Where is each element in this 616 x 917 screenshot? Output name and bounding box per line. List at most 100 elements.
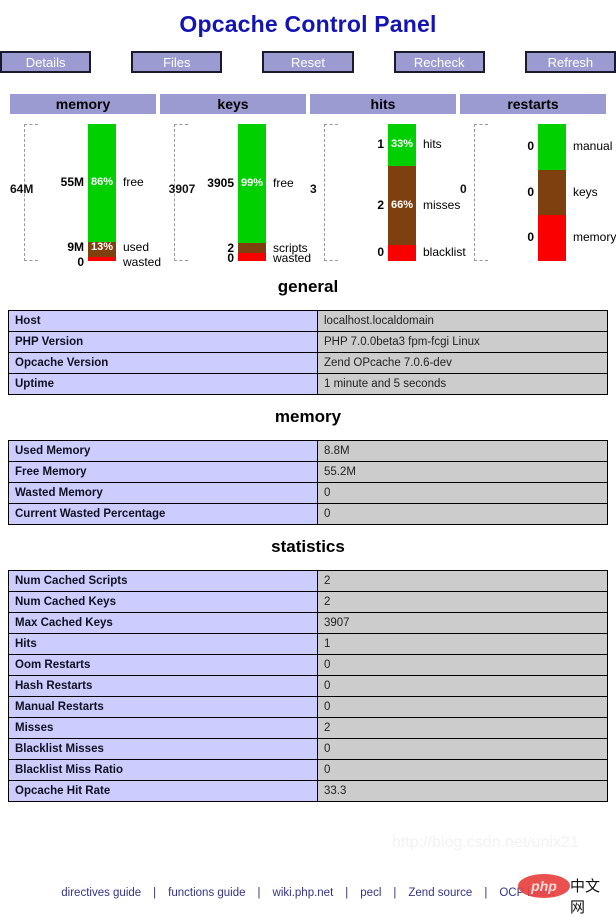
gauge-bar: 0 manual 0 keys 0 memory xyxy=(527,124,616,261)
table-cell-value: 0 xyxy=(317,675,608,697)
gauge-segment-value: 0 xyxy=(527,138,534,153)
table-cell-key: Max Cached Keys xyxy=(8,612,318,634)
section-heading-statistics: statistics xyxy=(271,537,345,556)
sections-container: general Host localhost.localdomain PHP Vers… xyxy=(0,265,616,802)
table-cell-key: Free Memory xyxy=(8,461,318,483)
gauge-segment-label: hits xyxy=(423,137,442,152)
footer-link-functions-guide[interactable]: functions guide xyxy=(168,887,245,899)
recheck-button[interactable]: Recheck xyxy=(393,51,485,73)
footer-link-pecl[interactable]: pecl xyxy=(360,887,381,899)
gauge-segment-value: 0 xyxy=(527,230,534,245)
table-row: Blacklist Misses 0 xyxy=(8,738,608,760)
table-cell-value: 2 xyxy=(317,717,608,739)
footer-link-zend-source[interactable]: Zend source xyxy=(408,887,472,899)
gauge-bar: 55M 86% free 9M 13% used 0 wasted xyxy=(61,124,161,269)
table-row: Hits 1 xyxy=(8,633,608,655)
gauge-body: 3907 3905 99% free 2 scripts 0 wasted xyxy=(160,120,311,265)
gauge-body: 64M 55M 86% free 9M 13% used 0 wasted xyxy=(10,120,161,269)
footer-link-directives-guide[interactable]: directives guide xyxy=(61,887,141,899)
table-cell-key: Manual Restarts xyxy=(8,696,318,718)
gauge-segment-free: 55M 86% free xyxy=(61,124,144,242)
gauge-keys: keys 3907 3905 99% free 2 scripts 0 wasted xyxy=(160,94,311,265)
gauge-title-keys: keys xyxy=(160,94,306,114)
gauge-total-label: 3907 xyxy=(168,182,196,196)
gauge-segment-scripts: 2 scripts xyxy=(227,241,307,255)
gauge-segment-value: 2 xyxy=(377,197,384,212)
gauge-segment-hits: 1 33% hits xyxy=(377,124,442,167)
gauge-segment-label: free xyxy=(273,175,294,190)
gauge-segment-percent: 13% xyxy=(90,240,114,253)
table-row: Opcache Version Zend OPcache 7.0.6-dev xyxy=(8,352,608,374)
table-row: Current Wasted Percentage 0 xyxy=(8,503,608,525)
table-cell-value: 8.8M xyxy=(317,440,608,462)
gauge-segment-label: keys xyxy=(573,184,598,199)
gauge-restarts: restarts 0 0 manual 0 keys 0 memory xyxy=(460,94,616,265)
footer-separator: | xyxy=(257,887,261,899)
footer-separator: | xyxy=(345,887,349,899)
table-cell-value: 0 xyxy=(317,503,608,525)
table-row: Num Cached Scripts 2 xyxy=(8,570,608,592)
gauge-segment-label: manual xyxy=(573,138,613,153)
footer-separator: | xyxy=(484,887,488,899)
table-cell-key: Num Cached Scripts xyxy=(8,570,318,592)
table-cell-value: 33.3 xyxy=(317,780,608,802)
gauge-total-label: 0 xyxy=(460,182,467,196)
table-cell-value: Zend OPcache 7.0.6-dev xyxy=(317,352,608,374)
gauge-memory: memory 64M 55M 86% free 9M 13% used 0 wasted xyxy=(10,94,161,269)
table-cell-value: 3907 xyxy=(317,612,608,634)
table-cell-value: PHP 7.0.0beta3 fpm-fcgi Linux xyxy=(317,331,608,353)
table-general: Host localhost.localdomain PHP Version PHP … xyxy=(8,310,608,395)
gauge-segment-label: wasted xyxy=(123,254,162,269)
table-row: Manual Restarts 0 xyxy=(8,696,608,718)
toolbar: Details Files Reset Recheck Refresh xyxy=(0,51,616,73)
gauge-segment-label: misses xyxy=(423,197,461,212)
gauge-segment-value: 3905 xyxy=(207,175,234,190)
reset-button[interactable]: Reset xyxy=(262,51,354,73)
gauge-title-memory: memory xyxy=(10,94,156,114)
table-cell-key: Uptime xyxy=(8,373,318,395)
table-cell-key: Wasted Memory xyxy=(8,482,318,504)
gauge-segment-used: 9M 13% used xyxy=(67,240,149,257)
gauge-segment-percent: 33% xyxy=(390,138,414,151)
gauge-segment-value: 9M xyxy=(67,239,84,254)
gauge-segment-misses: 2 66% misses xyxy=(377,166,460,245)
section-heading-memory: memory xyxy=(274,407,342,426)
gauge-segment-percent: 86% xyxy=(90,175,114,188)
table-cell-key: Host xyxy=(8,310,318,332)
files-button[interactable]: Files xyxy=(131,51,223,73)
gauge-segment-blacklist: 0 blacklist xyxy=(377,244,466,261)
table-row: Blacklist Miss Ratio 0 xyxy=(8,759,608,781)
table-cell-key: Opcache Version xyxy=(8,352,318,374)
table-row: Wasted Memory 0 xyxy=(8,482,608,504)
gauge-segment-percent: 66% xyxy=(390,198,414,211)
table-row: Host localhost.localdomain xyxy=(8,310,608,332)
gauge-segment-keys: 0 keys xyxy=(527,169,598,216)
gauge-segment-manual: 0 manual xyxy=(527,124,612,170)
table-cell-key: PHP Version xyxy=(8,331,318,353)
gauge-segment-free: 3905 99% free xyxy=(207,124,294,244)
gauge-segment-wasted: 0 wasted xyxy=(77,255,161,269)
table-cell-key: Used Memory xyxy=(8,440,318,462)
table-memory: Used Memory 8.8M Free Memory 55.2M Wasted Me… xyxy=(8,440,608,525)
gauge-segment-value: 1 xyxy=(377,137,384,152)
php-chinese-logo: php 中文网 xyxy=(518,873,608,916)
refresh-button[interactable]: Refresh xyxy=(524,51,616,73)
table-row: Hash Restarts 0 xyxy=(8,675,608,697)
gauge-bar: 3905 99% free 2 scripts 0 wasted xyxy=(207,124,311,265)
table-row: Max Cached Keys 3907 xyxy=(8,612,608,634)
table-cell-value: 2 xyxy=(317,570,608,592)
details-button[interactable]: Details xyxy=(0,51,92,73)
gauge-title-hits: hits xyxy=(310,94,456,114)
gauge-segment-wasted: 0 wasted xyxy=(227,251,311,265)
table-cell-value: 1 minute and 5 seconds xyxy=(317,373,608,395)
table-row: Free Memory 55.2M xyxy=(8,461,608,483)
table-row: Opcache Hit Rate 33.3 xyxy=(8,780,608,802)
table-row: Uptime 1 minute and 5 seconds xyxy=(8,373,608,395)
gauge-body: 3 1 33% hits 2 66% misses 0 blacklist xyxy=(310,120,466,265)
table-cell-value: 1 xyxy=(317,633,608,655)
table-cell-key: Opcache Hit Rate xyxy=(8,780,318,802)
table-cell-key: Num Cached Keys xyxy=(8,591,318,613)
table-row: Used Memory 8.8M xyxy=(8,440,608,462)
footer-link-wiki-php-net[interactable]: wiki.php.net xyxy=(273,887,334,899)
gauge-total-label: 64M xyxy=(10,182,34,196)
